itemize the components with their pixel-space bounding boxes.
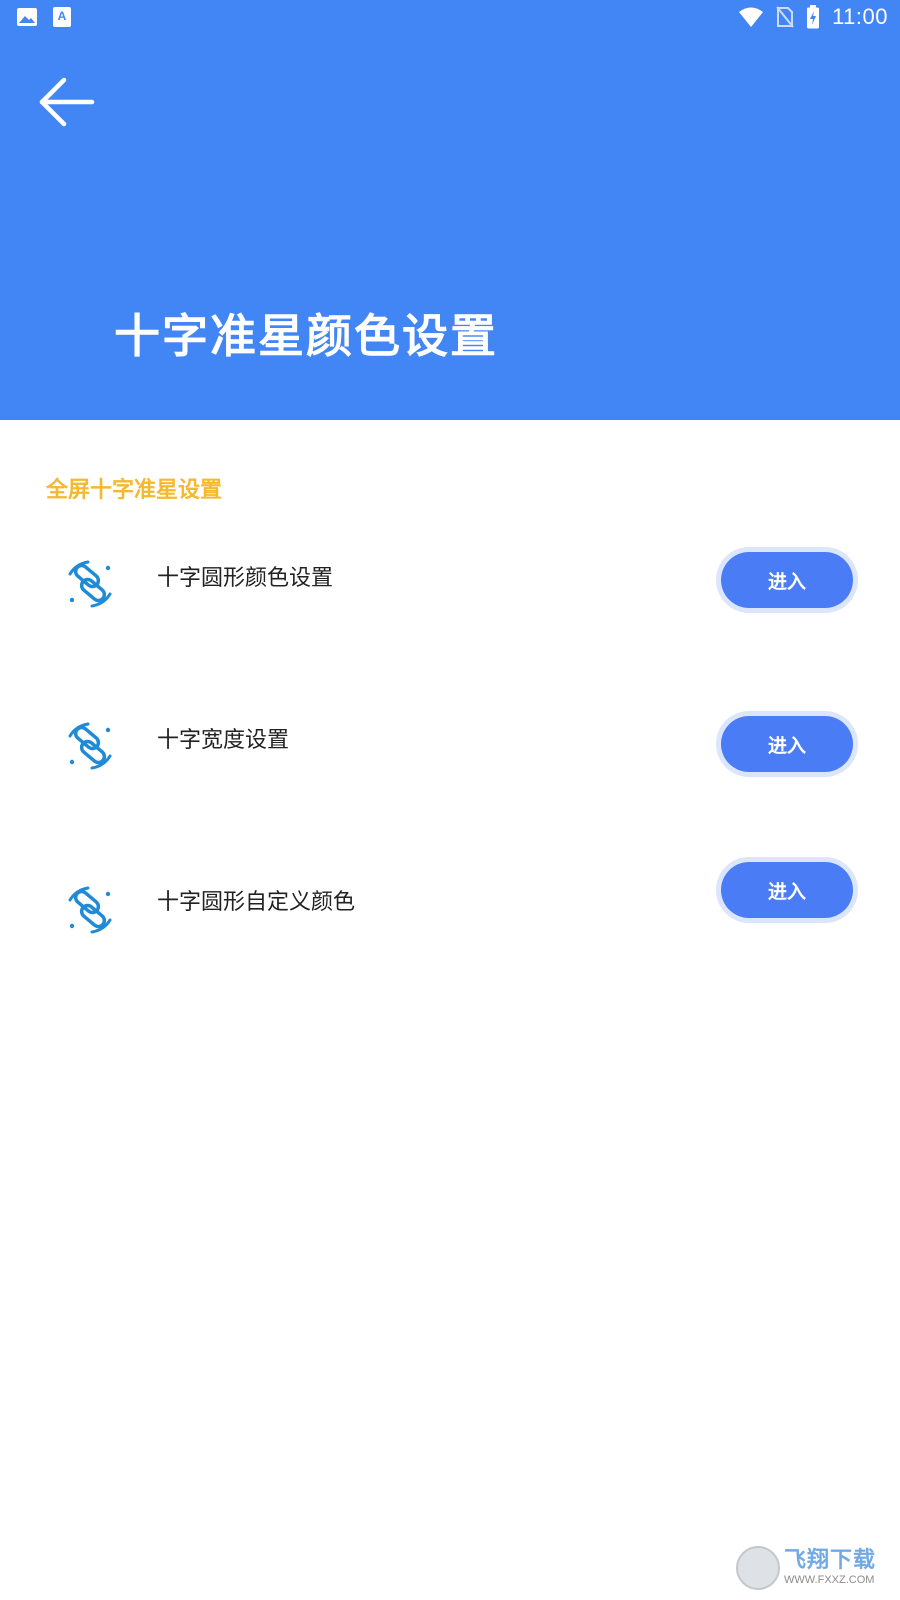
section-title: 全屏十字准星设置 — [46, 478, 223, 503]
wifi-icon — [738, 6, 764, 28]
svg-text:A: A — [58, 9, 67, 23]
back-button[interactable] — [30, 72, 102, 136]
watermark-logo-icon — [736, 1546, 780, 1590]
item-label: 十字圆形自定义颜色 — [157, 890, 356, 915]
list-item: 十字宽度设置 进入 — [0, 710, 900, 790]
crosshair-link-icon — [62, 882, 118, 938]
status-left-icons: A — [16, 6, 72, 28]
enter-button[interactable]: 进入 — [721, 862, 853, 918]
status-time: 11:00 — [832, 4, 888, 29]
crosshair-link-icon — [62, 556, 118, 612]
status-bar: A 11:00 — [0, 0, 900, 38]
item-label: 十字宽度设置 — [157, 728, 290, 753]
no-sim-icon — [776, 6, 794, 28]
battery-charging-icon — [806, 5, 820, 29]
crosshair-link-icon — [62, 718, 118, 774]
page-title: 十字准星颜色设置 — [114, 309, 498, 363]
enter-button[interactable]: 进入 — [721, 552, 853, 608]
enter-button[interactable]: 进入 — [721, 716, 853, 772]
watermark-en: WWW.FXXZ.COM — [784, 1574, 875, 1586]
list-item: 十字圆形颜色设置 进入 — [0, 546, 900, 626]
list-item: 十字圆形自定义颜色 进入 — [0, 862, 900, 942]
item-label: 十字圆形颜色设置 — [157, 566, 334, 591]
font-icon: A — [52, 6, 72, 28]
watermark-cn: 飞翔下载 — [784, 1548, 877, 1573]
status-right-icons: 11:00 — [738, 4, 888, 30]
watermark-text: 飞翔下载 WWW.FXXZ.COM — [784, 1550, 876, 1586]
watermark: 飞翔下载 WWW.FXXZ.COM — [736, 1546, 886, 1590]
app-header: A 11:00 十字准星颜色设置 — [0, 0, 900, 420]
arrow-left-icon — [36, 76, 96, 132]
image-icon — [16, 7, 38, 27]
